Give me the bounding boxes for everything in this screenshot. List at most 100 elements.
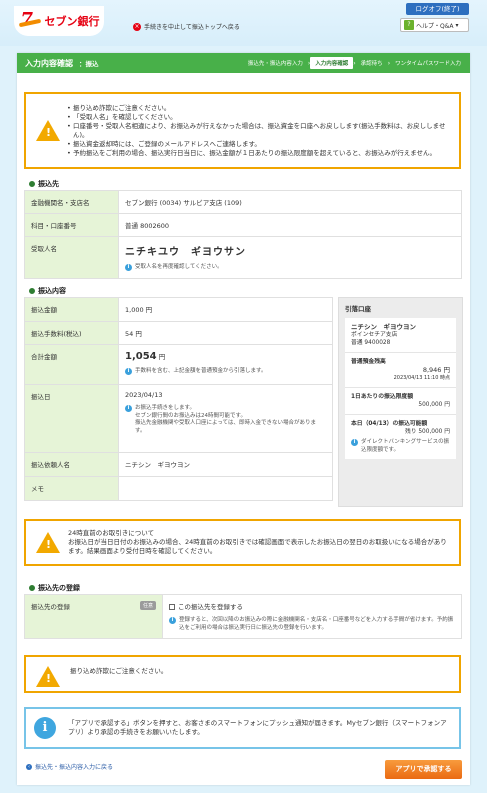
daily-limit-label: 1日あたりの振込限度額 — [351, 394, 414, 400]
source-account-card: ニチシン ギヨウヨン ポインセチア支店 普通 9400028 普通預金残高 8,… — [345, 318, 456, 459]
step-waiting: 承認待ち — [360, 61, 383, 67]
step-confirm: 入力内容確認 — [310, 57, 354, 69]
optional-badge: 任意 — [139, 601, 156, 610]
date-cell: 2023/04/13 i お振込手続きをします。 セブン銀行間のお振込みは24時… — [118, 384, 333, 453]
registration-hint: i 登録すると、次回以降のお振込みの際に金融機関名・支店名・口座番号などを入力する… — [169, 617, 455, 632]
register-checkbox-label: この振込先を登録する — [178, 603, 243, 611]
logout-button[interactable]: ログオフ(終了) — [406, 3, 469, 15]
bank-value: セブン銀行 (0034) サルビア支店 (109) — [118, 190, 462, 214]
hint-line: 振込先金融機関や受取人口座によっては、即時入金できない場合があります。 — [135, 420, 316, 434]
warning-item: 振込資金返却時には、ご登録のメールアドレスへご連絡します。 — [67, 140, 451, 149]
warning-item: 口座番号・受取人名相違により、お振込みが行えなかった場合は、振込資金を口座へお戻… — [67, 122, 451, 140]
info-icon: i — [351, 439, 358, 446]
top-bar: 7 セブン銀行 × 手続きを中止して振込トップへ戻る ログオフ(終了) ? ヘル… — [0, 0, 487, 46]
bank-label: 金融機関名・支店名 — [24, 190, 119, 214]
registration-label-cell: 振込先の登録 任意 — [24, 594, 163, 639]
account-label: 科目・口座番号 — [24, 213, 119, 237]
warning-box-cutoff: ! 24時直前のお取引きについて お振込日が当日日付のお振込みの場合、24時直前… — [24, 519, 461, 566]
help-icon: ? — [404, 20, 414, 30]
warning-icon: ! — [36, 120, 60, 141]
hint-text: 手数料を含む、上記金額を普通預金から引落します。 — [135, 368, 267, 374]
name-label: 受取人名 — [24, 236, 119, 279]
close-icon: × — [133, 22, 141, 31]
today-limit-hint: i ダイレクトバンキングサービスの振込限度額です。 — [351, 439, 450, 454]
account-holder-block: ニチシン ギヨウヨン ポインセチア支店 普通 9400028 — [345, 318, 456, 353]
table-row: 合計金額 1,054 円 i 手数料を含む、上記金額を普通預金から引落します。 — [24, 344, 333, 385]
back-link[interactable]: ‹ 振込先・振込内容入力に戻る — [26, 762, 113, 771]
date-hint: i お振込手続きをします。 セブン銀行間のお振込みは24時間可能です。 振込先金… — [125, 405, 326, 435]
quit-link-label: 手続きを中止して振込トップへ戻る — [144, 24, 240, 31]
registration-table: 振込先の登録 任意 この振込先を登録する i 登録すると、次回以降のお振込みの際に… — [24, 594, 462, 639]
section-bullet-icon — [29, 288, 35, 294]
table-row: 振込日 2023/04/13 i お振込手続きをします。 セブン銀行間のお振込み… — [24, 384, 333, 453]
registration-cell: この振込先を登録する i 登録すると、次回以降のお振込みの際に金融機関名・支店名・… — [162, 594, 462, 639]
recipient-table: 金融機関名・支店名 セブン銀行 (0034) サルビア支店 (109) 科目・口… — [24, 190, 462, 279]
hint-text: 登録すると、次回以降のお振込みの際に金融機関名・支店名・口座番号などを入力する手… — [179, 617, 454, 631]
registration-label: 振込先の登録 — [31, 603, 70, 611]
quit-link[interactable]: × 手続きを中止して振込トップへ戻る — [133, 22, 240, 31]
page-title: 入力内容確認 — [25, 58, 73, 68]
info-icon: i — [125, 405, 132, 412]
info-text: 「アプリで承認する」ボタンを押すと、お客さまのスマートフォンにプッシュ通知が届き… — [68, 719, 447, 736]
register-checkbox-row[interactable]: この振込先を登録する — [169, 603, 243, 611]
table-row: 振込手数料(税込) 54 円 — [24, 321, 333, 345]
warning-item: 「受取人名」を確認してください。 — [67, 113, 451, 122]
table-row: 科目・口座番号 普通 8002600 — [24, 213, 462, 237]
info-icon: i — [125, 368, 132, 375]
name-hint: i 受取人名を再度確認してください。 — [125, 264, 455, 272]
back-link-label: 振込先・振込内容入力に戻る — [35, 764, 114, 771]
warning-box-fraud: ! 振り込め詐欺にご注意ください。 — [24, 655, 461, 693]
source-account-title: 引落口座 — [345, 305, 371, 313]
hint-text: ダイレクトバンキングサービスの振込限度額です。 — [361, 439, 450, 453]
balance-value: 8,946 円 — [422, 366, 450, 374]
date-value: 2023/04/13 — [125, 391, 163, 399]
table-row: 振込依頼人名 ニチシン ギヨウヨン — [24, 452, 333, 477]
daily-limit-value: 500,000 円 — [418, 402, 450, 408]
section-title-transfer: 振込内容 — [29, 286, 66, 296]
amount-value: 1,000 円 — [118, 297, 333, 322]
fee-value: 54 円 — [118, 321, 333, 345]
recipient-name: ニチキユウ ギヨウサン — [125, 247, 246, 258]
page-header: 入力内容確認 ：振込 振込先・振込内容入力 › 入力内容確認 › 承認待ち › … — [17, 53, 470, 73]
page-subtitle: ：振込 — [79, 60, 99, 68]
total-value: 1,054 — [125, 351, 157, 362]
section-title-text: 振込内容 — [38, 287, 66, 295]
chevron-left-icon: ‹ — [26, 763, 32, 770]
total-label: 合計金額 — [24, 344, 119, 385]
memo-value — [118, 476, 333, 501]
table-row: 振込先の登録 任意 この振込先を登録する i 登録すると、次回以降のお振込みの際に… — [24, 594, 462, 639]
source-account-panel: 引落口座 ニチシン ギヨウヨン ポインセチア支店 普通 9400028 普通預金… — [338, 297, 463, 507]
account-branch: ポインセチア支店 — [351, 332, 398, 338]
section-title-text: 振込先 — [38, 180, 59, 188]
daily-limit-block: 1日あたりの振込限度額 500,000 円 — [345, 388, 456, 415]
cutoff-line: 24時直前のお取引きについて — [68, 529, 155, 537]
approve-in-app-button[interactable]: アプリで承認する — [385, 760, 462, 779]
register-checkbox[interactable] — [169, 604, 175, 610]
hint-line: お振込手続きをします。 — [135, 405, 195, 411]
step-otp: ワンタイムパスワード入力 — [395, 61, 461, 67]
date-label: 振込日 — [24, 384, 119, 453]
table-row: メモ — [24, 476, 333, 501]
section-title-text: 振込先の登録 — [38, 584, 80, 592]
account-value: 普通 8002600 — [118, 213, 462, 237]
help-label: ヘルプ・Q&A — [416, 22, 454, 30]
brand-name: セブン銀行 — [44, 15, 100, 28]
cutoff-line: お振込日が当日日付のお振込みの場合、24時直前のお取引きでは確認画面で表示したお… — [68, 538, 447, 555]
warning-item: 予約振込をご利用の場合、振込実行日当日に、振込金額が１日あたりの振込限度額を超え… — [67, 149, 451, 158]
warning-box-top: ! 振り込め詐欺にご注意ください。 「受取人名」を確認してください。 口座番号・… — [24, 92, 461, 169]
total-hint: i 手数料を含む、上記金額を普通預金から引落します。 — [125, 368, 326, 376]
bank-logo[interactable]: 7 セブン銀行 — [14, 6, 104, 36]
section-title-registration: 振込先の登録 — [29, 583, 80, 593]
total-cell: 1,054 円 i 手数料を含む、上記金額を普通預金から引落します。 — [118, 344, 333, 385]
step-input: 振込先・振込内容入力 — [247, 61, 303, 67]
balance-label: 普通預金残高 — [351, 359, 386, 365]
warning-item: 振り込め詐欺にご注意ください。 — [67, 104, 451, 113]
help-button[interactable]: ? ヘルプ・Q&A ▾ — [400, 18, 469, 32]
chevron-down-icon: ▾ — [455, 21, 459, 29]
account-number: 普通 9400028 — [351, 340, 391, 346]
warning-list: 振り込め詐欺にご注意ください。 「受取人名」を確認してください。 口座番号・受取… — [67, 104, 459, 158]
table-row: 受取人名 ニチキユウ ギヨウサン i 受取人名を再度確認してください。 — [24, 236, 462, 279]
requester-value: ニチシン ギヨウヨン — [118, 452, 333, 477]
info-icon: i — [34, 717, 56, 739]
info-icon: i — [125, 264, 132, 271]
